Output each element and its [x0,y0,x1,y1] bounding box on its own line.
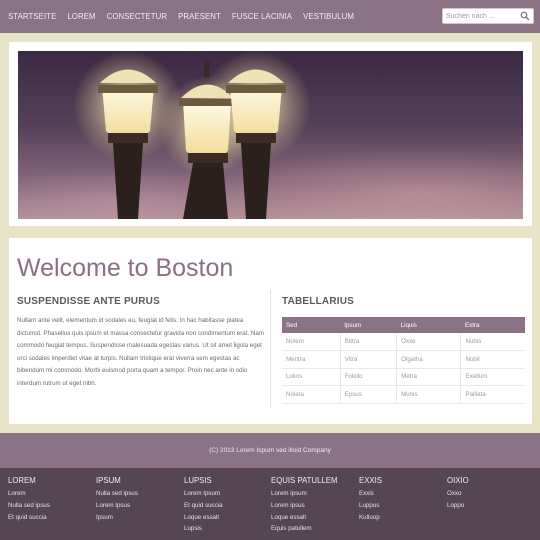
table-cell: Mentra [282,350,341,369]
footer-link[interactable]: Luppus [359,500,445,512]
footer-link[interactable]: Ipsum [96,512,182,524]
column-divider [270,290,271,408]
footer-link[interactable]: Exxis [359,488,445,500]
table-cell: Oxxe [396,333,461,351]
table-cell: Olgatha [396,350,461,369]
search-input[interactable] [443,9,519,23]
footer-link[interactable]: Kulluop [359,512,445,524]
nav-item-startseite[interactable]: STARTSEITE [8,12,56,21]
footer-link[interactable]: Lorem ipsum [271,488,357,500]
footer-heading: EQUIS PATULLEM [271,476,338,485]
table-row: Mentra Vitra Olgatha Nobil [282,350,525,369]
main-menu: STARTSEITE LOREM CONSECTETUR PRAESENT FU… [8,0,354,33]
table-cell: Nolata [282,385,341,404]
street-lamps-icon [73,51,311,219]
footer-link[interactable]: Et quid succia [184,500,270,512]
footer-link[interactable]: Lorem ipsus [271,500,357,512]
search-box [442,8,534,24]
table-cell: Epsus [339,385,397,404]
footer: LOREM Lorem Nulla sed ipsus Et quid succ… [0,468,540,540]
footer-column-lupsis: LUPSIS Lorem Ipsum Et quid succia Loque … [184,476,270,535]
data-table: Sed Ipsum Liquis Extra Nolem Bittra Oxxe… [282,317,525,404]
footer-link[interactable]: Lorem Ipsus [96,500,182,512]
footer-link[interactable]: Lorem [8,488,94,500]
table-cell: Lukos [282,368,341,386]
table-heading: TABELLARIUS [282,296,355,307]
table-cell: Munis [396,385,461,404]
copyright-bar: (C) 2013 Lorem Ispum sed illoid Company [0,433,540,468]
table-cell: Nubis [460,333,525,351]
table-cell: Fokillo [339,368,397,386]
content-card: Welcome to Boston SUSPENDISSE ANTE PURUS… [9,238,532,424]
footer-link[interactable]: Loque essalt [271,512,357,524]
intro-heading: SUSPENDISSE ANTE PURUS [17,296,160,307]
intro-section: SUSPENDISSE ANTE PURUS Nullam ante velit… [17,296,264,390]
search-icon[interactable] [520,11,530,21]
copyright-text: (C) 2013 Lorem Ispum sed illoid Company [209,447,331,454]
nav-item-praesent[interactable]: PRAESENT [178,12,221,21]
footer-heading: EXXIS [359,476,382,485]
table-row: Nolata Epsus Munis Palliata [282,385,525,404]
footer-column-exxis: EXXIS Exxis Luppus Kulluop [359,476,445,523]
table-cell: Palliata [460,385,525,404]
footer-heading: IPSUM [96,476,121,485]
footer-link[interactable]: Loppo [447,500,533,512]
table-cell: Exellum [460,368,525,386]
footer-column-equis-patullem: EQUIS PATULLEM Lorem ipsum Lorem ipsus L… [271,476,357,535]
footer-link[interactable]: Oxxo [447,488,533,500]
table-section: TABELLARIUS Sed Ipsum Liquis Extra Nolem… [282,296,525,404]
nav-item-lorem[interactable]: LOREM [67,12,95,21]
nav-item-fusce-lacinia[interactable]: FUSCE LACINIA [232,12,292,21]
footer-heading: OIXIO [447,476,469,485]
hero-banner [9,42,532,226]
top-navigation-bar: STARTSEITE LOREM CONSECTETUR PRAESENT FU… [0,0,540,33]
hero-image [18,51,523,219]
table-cell: Bittra [339,333,397,351]
footer-link[interactable]: Nulla sed ipsus [8,500,94,512]
table-cell: Metra [396,368,461,386]
footer-column-ipsum: IPSUM Nulla sed ipsus Lorem Ipsus Ipsum [96,476,182,523]
table-cell: Nobil [460,350,525,369]
table-row: Nolem Bittra Oxxe Nubis [282,333,525,351]
footer-column-oixio: OIXIO Oxxo Loppo [447,476,533,512]
table-cell: Nolem [282,333,341,351]
table-cell: Vitra [339,350,397,369]
table-row: Lukos Fokillo Metra Exellum [282,368,525,386]
table-header-row: Sed Ipsum Liquis Extra [282,317,525,333]
nav-item-consectetur[interactable]: CONSECTETUR [107,12,167,21]
table-header-cell: Liquis [396,317,461,333]
nav-item-vestibulum[interactable]: VESTIBULUM [303,12,354,21]
footer-link[interactable]: Lupsis [184,523,270,535]
footer-link[interactable]: Et quid succia [8,512,94,524]
footer-link[interactable]: Loque essalt [184,512,270,524]
footer-column-lorem: LOREM Lorem Nulla sed ipsus Et quid succ… [8,476,94,523]
footer-heading: LOREM [8,476,36,485]
footer-heading: LUPSIS [184,476,212,485]
table-header-cell: Sed [282,317,341,333]
table-header-cell: Ipsum [340,317,397,333]
page-title: Welcome to Boston [17,254,234,282]
table-header-cell: Extra [460,317,525,333]
intro-text: Nullam ante velit, elementum id sodales … [17,317,264,387]
footer-link[interactable]: Equis patullem [271,523,357,535]
footer-link[interactable]: Nulla sed ipsus [96,488,182,500]
footer-link[interactable]: Lorem Ipsum [184,488,270,500]
